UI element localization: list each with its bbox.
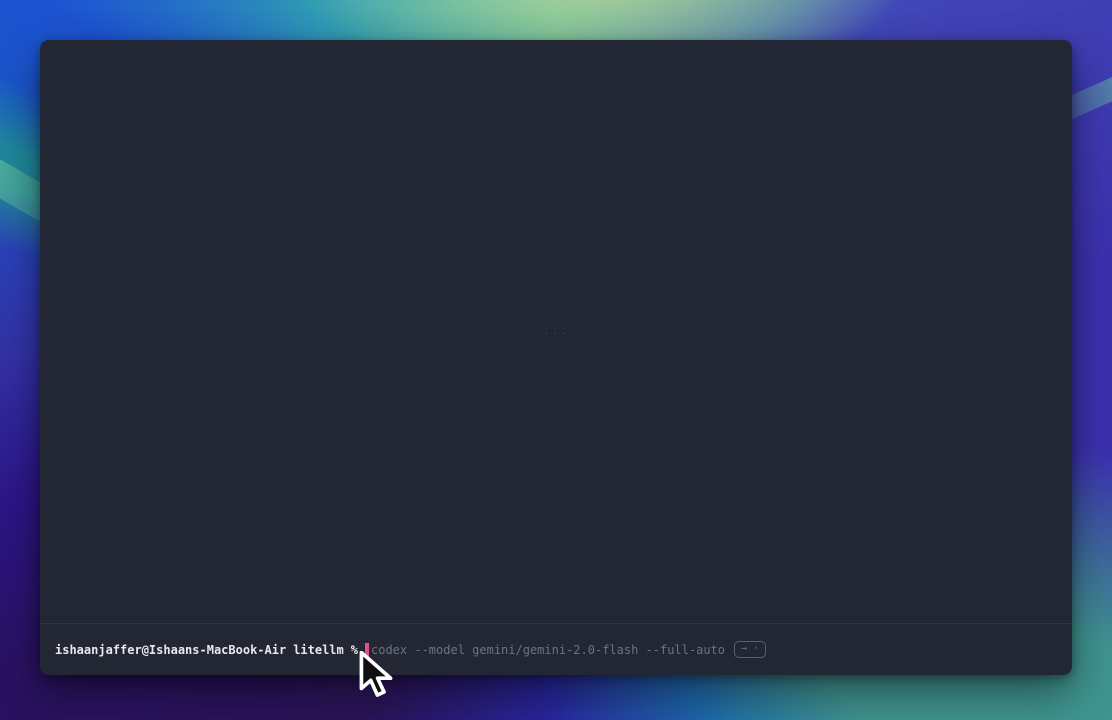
prompt-symbol: % bbox=[351, 643, 358, 657]
terminal-scrollback[interactable]: ... bbox=[40, 40, 1072, 623]
faded-output-text: ... bbox=[543, 324, 569, 337]
tab-completion-badge: → · bbox=[734, 641, 766, 658]
prompt-user-host: ishaanjaffer@Ishaans-MacBook-Air bbox=[55, 643, 286, 657]
prompt-directory: litellm bbox=[293, 643, 344, 657]
command-autosuggestion: codex --model gemini/gemini-2.0-flash --… bbox=[371, 643, 725, 657]
terminal-window[interactable]: ... ishaanjaffer@Ishaans-MacBook-Air lit… bbox=[40, 40, 1072, 675]
prompt-line[interactable]: ishaanjaffer@Ishaans-MacBook-Air litellm… bbox=[40, 623, 1072, 675]
text-cursor bbox=[365, 643, 369, 657]
